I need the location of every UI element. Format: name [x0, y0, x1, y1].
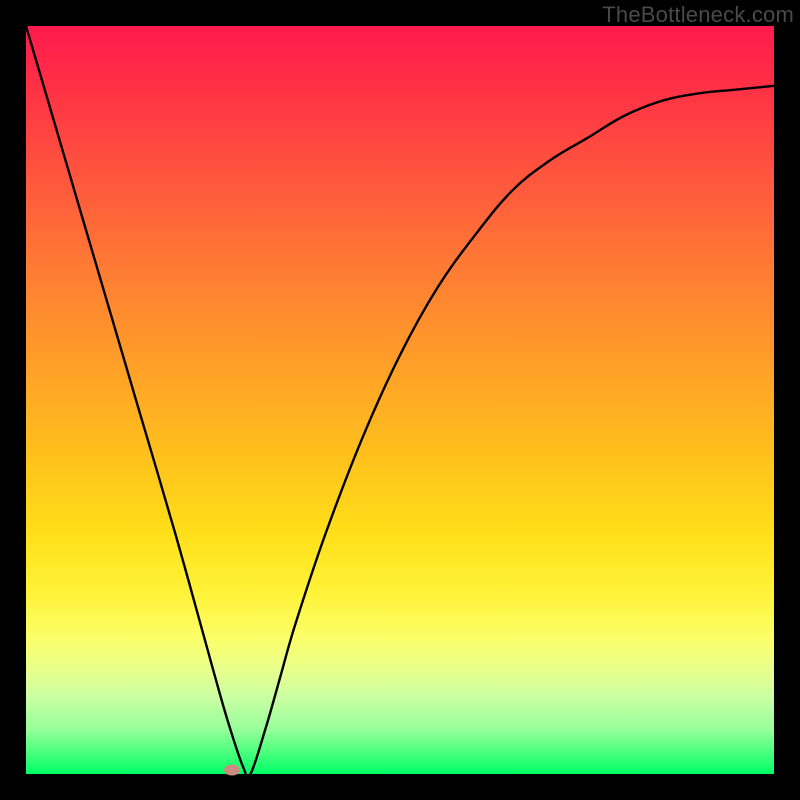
watermark-text: TheBottleneck.com: [602, 2, 794, 28]
optimal-point-marker: [224, 765, 240, 776]
chart-frame: [26, 26, 774, 774]
bottleneck-curve: [26, 26, 774, 774]
